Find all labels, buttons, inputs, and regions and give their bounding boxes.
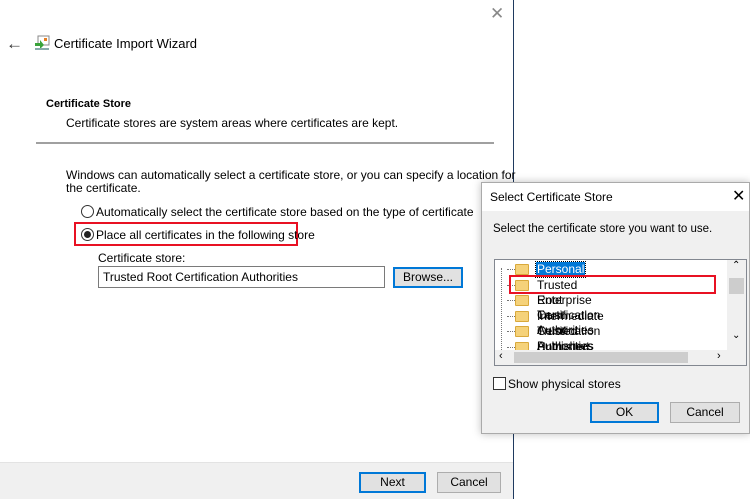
folder-icon (515, 295, 529, 306)
folder-icon (515, 264, 529, 275)
dialog-cancel-button[interactable]: Cancel (670, 402, 740, 423)
scroll-up-icon[interactable]: ⌃ (732, 260, 740, 271)
vertical-scrollbar[interactable]: ⌃ ⌄ (727, 260, 746, 350)
section-title: Certificate Store (46, 98, 131, 110)
scroll-left-icon[interactable]: ‹ (499, 350, 503, 362)
description-line2: the certificate. (66, 181, 141, 195)
store-input[interactable]: Trusted Root Certification Authorities (98, 266, 385, 288)
dialog-close-icon[interactable]: ✕ (732, 186, 745, 206)
radio-auto-select[interactable] (81, 205, 94, 218)
cancel-button[interactable]: Cancel (437, 472, 501, 493)
window-title: Certificate Import Wizard (54, 36, 198, 51)
certificate-wizard-icon (35, 35, 50, 50)
next-button[interactable]: Next (359, 472, 426, 493)
dialog-title: Select Certificate Store (490, 190, 613, 204)
highlight-box (509, 275, 716, 294)
radio-place-all[interactable] (81, 228, 94, 241)
scroll-right-icon[interactable]: › (717, 350, 721, 362)
select-certificate-store-dialog: Select Certificate Store ✕ Select the ce… (481, 182, 750, 434)
store-label: Certificate store: (98, 251, 186, 265)
dialog-titlebar: Select Certificate Store ✕ (482, 183, 749, 211)
radio-place-label[interactable]: Place all certificates in the following … (96, 228, 315, 242)
radio-auto-label[interactable]: Automatically select the certificate sto… (96, 205, 474, 219)
section-subtitle: Certificate stores are system areas wher… (66, 116, 399, 130)
dialog-instruction: Select the certificate store you want to… (493, 223, 713, 235)
show-physical-stores-label[interactable]: Show physical stores (508, 377, 621, 391)
close-icon[interactable]: ✕ (490, 4, 504, 24)
store-input-value: Trusted Root Certification Authorities (103, 270, 298, 284)
folder-icon (515, 311, 529, 322)
folder-icon (515, 326, 529, 337)
scroll-thumb[interactable] (729, 278, 744, 294)
back-arrow-icon[interactable]: ← (6, 34, 23, 54)
horizontal-scrollbar[interactable]: ‹ › (495, 350, 746, 365)
scroll-down-icon[interactable]: ⌄ (732, 330, 740, 341)
tree-line (501, 268, 502, 350)
show-physical-stores-checkbox[interactable] (493, 377, 506, 390)
ok-button[interactable]: OK (590, 402, 659, 423)
divider (36, 142, 494, 144)
wizard-footer: Next Cancel (0, 462, 513, 499)
description-line1: Windows can automatically select a certi… (66, 168, 516, 182)
browse-button[interactable]: Browse... (393, 267, 463, 288)
certificate-import-wizard: ← Certificate Import Wizard ✕ Certificat… (0, 0, 516, 499)
hscroll-thumb[interactable] (514, 352, 688, 363)
